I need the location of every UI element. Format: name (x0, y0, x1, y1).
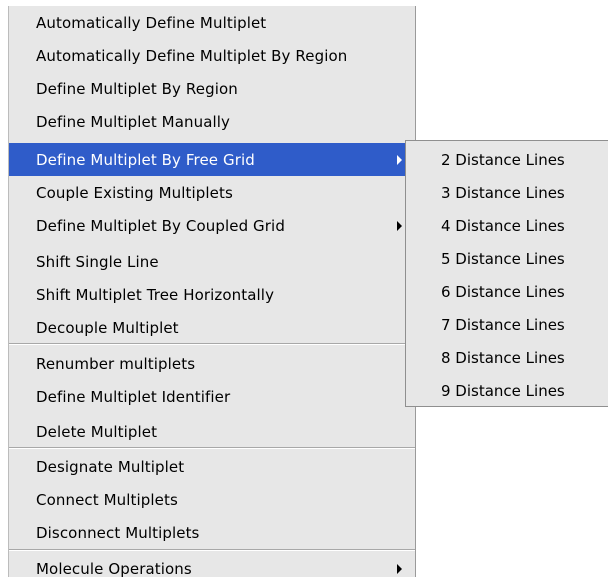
menu-item-label: Molecule Operations (36, 559, 192, 577)
menu-item-couple-existing-multiplets[interactable]: Couple Existing Multiplets (9, 176, 415, 209)
submenu-item-label: 2 Distance Lines (441, 150, 565, 169)
menu-item-define-multiplet-identifier[interactable]: Define Multiplet Identifier (9, 380, 415, 413)
menu-item-label: Automatically Define Multiplet By Region (36, 46, 348, 65)
menu-item-designate-multiplet[interactable]: Designate Multiplet (9, 450, 415, 483)
menu-item-define-multiplet-by-free-grid[interactable]: Define Multiplet By Free Grid (9, 143, 415, 176)
multiplet-context-menu: Automatically Define Multiplet Automatic… (8, 6, 416, 577)
submenu-item-9-distance-lines[interactable]: 9 Distance Lines (406, 374, 608, 407)
screen: Automatically Define Multiplet Automatic… (0, 0, 608, 577)
submenu-item-6-distance-lines[interactable]: 6 Distance Lines (406, 275, 608, 308)
menu-item-label: Automatically Define Multiplet (36, 13, 267, 32)
menu-item-molecule-operations[interactable]: Molecule Operations (9, 552, 415, 577)
submenu-item-4-distance-lines[interactable]: 4 Distance Lines (406, 209, 608, 242)
free-grid-submenu: 2 Distance Lines 3 Distance Lines 4 Dist… (405, 140, 608, 407)
submenu-item-label: 4 Distance Lines (441, 216, 565, 235)
menu-item-label: Define Multiplet By Region (36, 79, 238, 98)
submenu-item-3-distance-lines[interactable]: 3 Distance Lines (406, 176, 608, 209)
menu-item-renumber-multiplets[interactable]: Renumber multiplets (9, 347, 415, 380)
menu-item-label: Define Multiplet Identifier (36, 387, 231, 406)
menu-item-connect-multiplets[interactable]: Connect Multiplets (9, 483, 415, 516)
menu-item-label: Shift Single Line (36, 252, 159, 271)
menu-item-define-multiplet-by-region[interactable]: Define Multiplet By Region (9, 72, 415, 105)
menu-item-label: Delete Multiplet (36, 422, 158, 441)
menu-item-label: Renumber multiplets (36, 354, 196, 373)
submenu-item-label: 9 Distance Lines (441, 381, 565, 400)
menu-item-auto-define-multiplet[interactable]: Automatically Define Multiplet (9, 6, 415, 39)
menu-item-shift-multiplet-tree-horizontally[interactable]: Shift Multiplet Tree Horizontally (9, 278, 415, 311)
submenu-item-label: 5 Distance Lines (441, 249, 565, 268)
menu-separator (9, 447, 415, 449)
menu-item-define-multiplet-by-coupled-grid[interactable]: Define Multiplet By Coupled Grid (9, 209, 415, 242)
menu-item-delete-multiplet[interactable]: Delete Multiplet (9, 415, 415, 448)
menu-item-label: Define Multiplet By Coupled Grid (36, 216, 285, 235)
menu-item-decouple-multiplet[interactable]: Decouple Multiplet (9, 311, 415, 344)
menu-item-disconnect-multiplets[interactable]: Disconnect Multiplets (9, 516, 415, 549)
menu-item-shift-single-line[interactable]: Shift Single Line (9, 245, 415, 278)
menu-item-auto-define-multiplet-by-region[interactable]: Automatically Define Multiplet By Region (9, 39, 415, 72)
submenu-item-2-distance-lines[interactable]: 2 Distance Lines (406, 143, 608, 176)
submenu-item-label: 8 Distance Lines (441, 348, 565, 367)
submenu-item-8-distance-lines[interactable]: 8 Distance Lines (406, 341, 608, 374)
triangle-right-icon (397, 220, 402, 231)
menu-item-label: Define Multiplet By Free Grid (36, 150, 255, 169)
menu-separator (9, 343, 415, 345)
submenu-item-7-distance-lines[interactable]: 7 Distance Lines (406, 308, 608, 341)
triangle-right-icon (397, 154, 402, 165)
submenu-item-label: 3 Distance Lines (441, 183, 565, 202)
menu-item-label: Disconnect Multiplets (36, 523, 200, 542)
menu-separator (9, 549, 415, 551)
triangle-right-icon (397, 563, 402, 574)
menu-item-define-multiplet-manually[interactable]: Define Multiplet Manually (9, 105, 415, 138)
menu-item-label: Shift Multiplet Tree Horizontally (36, 285, 275, 304)
menu-item-label: Define Multiplet Manually (36, 112, 231, 131)
menu-item-label: Designate Multiplet (36, 457, 185, 476)
submenu-item-5-distance-lines[interactable]: 5 Distance Lines (406, 242, 608, 275)
menu-item-label: Couple Existing Multiplets (36, 183, 233, 202)
submenu-item-label: 7 Distance Lines (441, 315, 565, 334)
submenu-item-label: 6 Distance Lines (441, 282, 565, 301)
menu-item-label: Connect Multiplets (36, 490, 178, 509)
menu-item-label: Decouple Multiplet (36, 318, 179, 337)
